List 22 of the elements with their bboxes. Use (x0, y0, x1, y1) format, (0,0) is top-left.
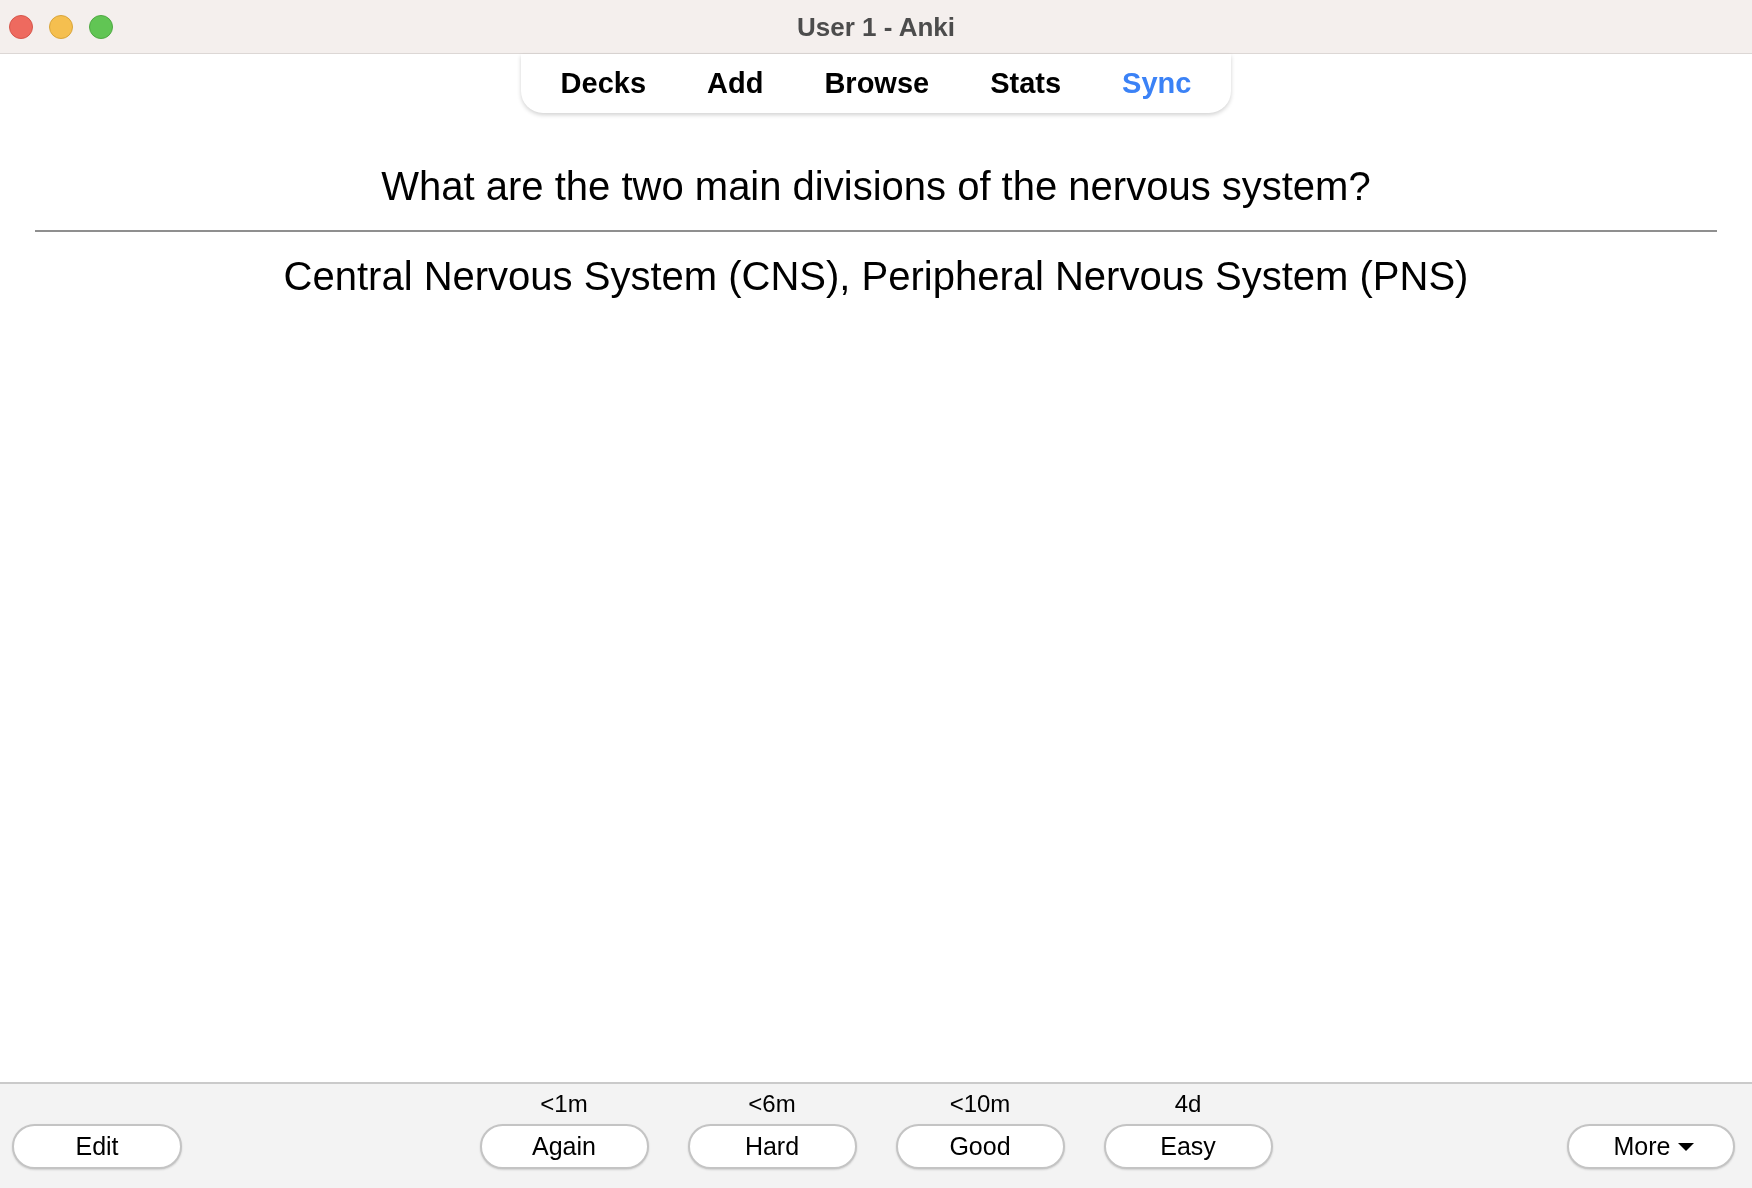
answer-text: Central Nervous System (CNS), Peripheral Nervous System (PNS) (282, 253, 1470, 299)
toolbar-link[interactable]: Add (707, 69, 764, 98)
more-button[interactable]: More (1567, 1124, 1735, 1169)
question-text: What are the two main divisions of the nervous system? (380, 163, 1372, 209)
answer-button[interactable]: Again (479, 1124, 649, 1169)
answer-button[interactable]: Good (895, 1124, 1065, 1169)
toolbar-link[interactable]: Stats (990, 69, 1062, 98)
interval-label: <6m (748, 1090, 796, 1118)
interval-label: <10m (949, 1090, 1011, 1118)
window-title: User 1 - Anki (797, 13, 955, 40)
edit-button[interactable]: Edit (12, 1124, 182, 1169)
interval-label: 4d (1174, 1090, 1202, 1118)
caret-down-icon (1678, 1142, 1695, 1151)
interval-label: <1m (540, 1090, 588, 1118)
toolbar-link[interactable]: Sync (1122, 69, 1192, 98)
minimize-button[interactable] (49, 14, 73, 39)
close-button[interactable] (9, 14, 33, 39)
toolbar-link[interactable]: Browse (824, 69, 930, 98)
answer-button[interactable]: Hard (687, 1124, 857, 1169)
toolbar-link[interactable]: Decks (560, 69, 647, 98)
answer-button[interactable]: Easy (1103, 1124, 1273, 1169)
zoom-button[interactable] (89, 14, 113, 39)
